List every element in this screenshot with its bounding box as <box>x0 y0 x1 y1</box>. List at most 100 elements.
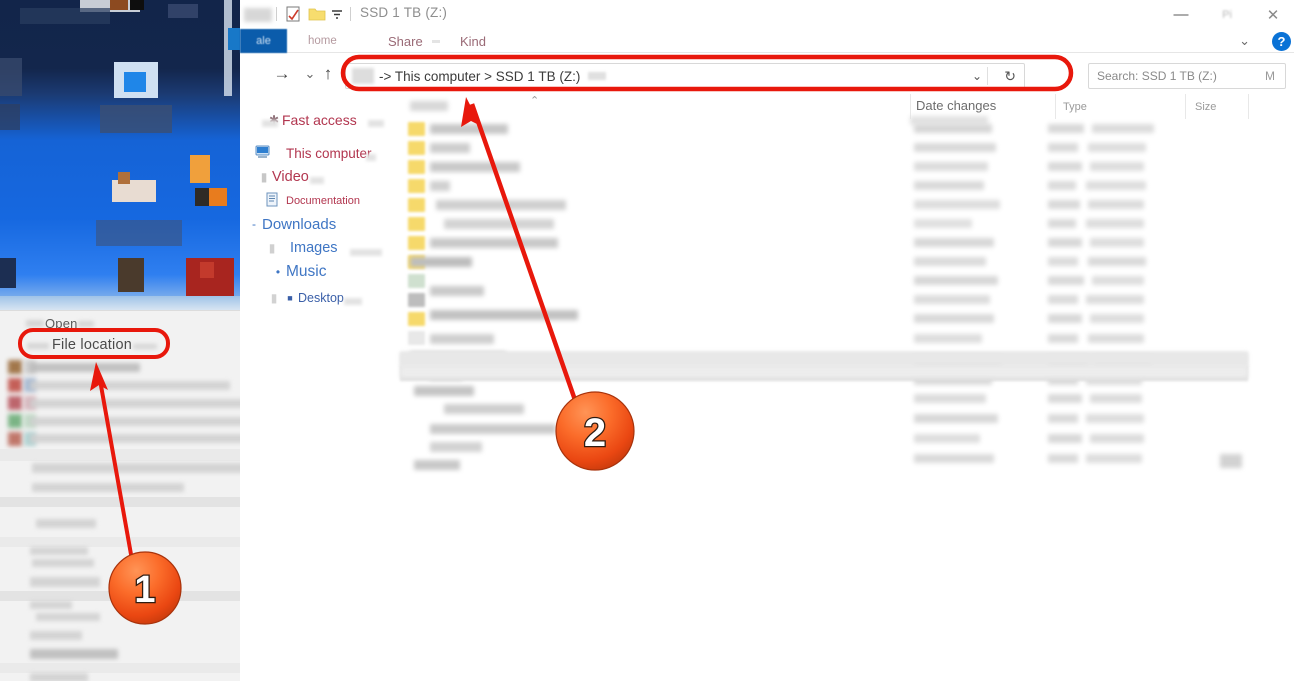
ribbon-tab-strip: ale home Share Kind ⌄ ? <box>240 29 1294 53</box>
image-icon: ▮ <box>268 241 276 255</box>
file-name-cell[interactable] <box>430 286 484 296</box>
minimize-button[interactable]: — <box>1158 0 1204 29</box>
new-folder-icon[interactable] <box>308 5 326 23</box>
file-name-cell[interactable] <box>410 257 472 267</box>
file-name-cell[interactable] <box>430 143 470 153</box>
properties-icon[interactable] <box>284 5 302 23</box>
selected-row-band[interactable] <box>400 352 1248 366</box>
file-date-cell <box>914 219 972 228</box>
address-bar[interactable]: -> This computer > SSD 1 TB (Z:) ⌄ ↻ <box>345 63 1025 89</box>
file-date-cell <box>914 162 988 171</box>
file-type-cell <box>1086 414 1144 423</box>
address-bar-trailing-blur <box>588 72 607 80</box>
file-type-cell <box>1088 334 1144 343</box>
file-date-cell <box>914 276 998 285</box>
tab-file[interactable]: ale <box>240 29 287 53</box>
sidebar-item-images[interactable]: ▮ Images <box>264 236 338 260</box>
file-type-cell <box>1090 238 1144 247</box>
search-icon[interactable]: M <box>1265 69 1275 83</box>
sidebar-item-label: This computer <box>286 145 372 161</box>
file-name-cell[interactable] <box>444 219 554 229</box>
file-date-cell <box>914 454 994 463</box>
sort-ascending-icon: ⌃ <box>530 95 540 107</box>
sidebar-item-desktop[interactable]: ▮ ■ Desktop <box>266 286 344 310</box>
up-button[interactable]: ↑ <box>316 63 340 85</box>
file-name-cell[interactable] <box>430 124 508 134</box>
system-menu-icon[interactable] <box>244 8 272 22</box>
sidebar-item-fast-access[interactable]: ✱ Fast access <box>266 108 357 132</box>
file-date-cell <box>914 295 990 304</box>
help-icon[interactable]: ? <box>1272 32 1291 51</box>
file-name-cell[interactable] <box>430 310 578 320</box>
file-date-cell <box>914 181 984 190</box>
customize-dropdown-icon[interactable] <box>328 5 346 23</box>
file-date-cell <box>914 238 994 247</box>
column-size[interactable]: Size <box>1195 101 1216 113</box>
menu-item-open[interactable]: Open <box>45 316 78 331</box>
file-name-cell[interactable] <box>414 386 474 396</box>
file-type-cell <box>1048 162 1082 171</box>
file-name-cell[interactable] <box>430 424 556 434</box>
navigation-bar: → ⌄ ↑ -> This computer > SSD 1 TB (Z:) ⌄… <box>240 54 1294 94</box>
file-type-cell <box>1090 314 1144 323</box>
file-name-cell[interactable] <box>414 460 460 470</box>
window-title: SSD 1 TB (Z:) <box>360 5 448 20</box>
menu-item-file-location[interactable]: File location <box>52 337 132 353</box>
column-type[interactable]: Type <box>1063 101 1087 113</box>
sidebar-item-label: Fast access <box>282 112 357 128</box>
file-type-cell <box>1048 200 1080 209</box>
file-name-cell[interactable] <box>430 334 494 344</box>
sidebar-item-downloads[interactable]: - Downloads <box>246 212 336 236</box>
file-date-cell <box>914 414 998 423</box>
address-bar-path: -> This computer > SSD 1 TB (Z:) <box>379 68 581 84</box>
file-name-cell[interactable] <box>430 162 520 172</box>
file-name-cell[interactable] <box>436 200 566 210</box>
tab-share[interactable]: Share <box>388 29 423 53</box>
column-header-row: ⌃ Date changes Type Size <box>400 94 1294 119</box>
file-type-cell <box>1092 124 1154 133</box>
file-name-cell[interactable] <box>430 181 450 191</box>
file-type-cell <box>1048 124 1084 133</box>
document-icon <box>264 192 280 210</box>
column-date[interactable]: Date changes <box>916 98 996 113</box>
file-date-cell <box>914 314 994 323</box>
address-divider <box>987 67 988 85</box>
navigation-pane: ✱ Fast access This computer ▮ Video <box>240 94 395 408</box>
file-name-cell[interactable] <box>444 404 524 414</box>
file-list-view: ⌃ Date changes Type Size <box>400 94 1294 681</box>
ribbon-expand-icon[interactable]: ⌄ <box>1239 33 1250 49</box>
sidebar-item-video[interactable]: ▮ Video <box>256 165 309 189</box>
file-date-cell <box>914 394 986 403</box>
search-input[interactable]: Search: SSD 1 TB (Z:) <box>1097 69 1217 83</box>
file-type-cell <box>1048 454 1078 463</box>
computer-icon <box>254 145 270 162</box>
file-type-cell <box>1090 162 1144 171</box>
video-icon: ▮ <box>260 170 268 184</box>
address-dropdown-icon[interactable]: ⌄ <box>972 69 982 83</box>
sidebar-item-label: Video <box>272 169 309 185</box>
sidebar-item-documentation[interactable]: Documentation <box>264 189 360 213</box>
file-name-cell[interactable] <box>430 238 558 248</box>
sidebar-item-this-computer[interactable]: This computer <box>254 141 372 165</box>
tab-kind[interactable]: Kind <box>460 29 486 53</box>
desktop-wallpaper <box>0 0 245 312</box>
file-date-cell <box>914 124 992 133</box>
selected-row-band[interactable] <box>400 366 1248 378</box>
forward-button[interactable]: → <box>270 63 294 85</box>
sidebar-item-label: Music <box>286 263 327 280</box>
file-type-cell <box>1048 414 1078 423</box>
file-date-cell <box>914 200 1000 209</box>
tab-home[interactable]: home <box>308 29 337 53</box>
file-type-cell <box>1086 295 1144 304</box>
maximize-button[interactable]: Pi <box>1204 0 1250 29</box>
sidebar-item-music[interactable]: • Music <box>270 260 327 284</box>
address-folder-icon <box>352 68 374 84</box>
tab-separator-ghost <box>432 40 440 43</box>
close-button[interactable]: ✕ <box>1250 0 1294 29</box>
refresh-icon[interactable]: ↻ <box>1004 68 1016 85</box>
file-type-cell <box>1088 200 1144 209</box>
column-name[interactable] <box>410 101 448 111</box>
file-name-cell[interactable] <box>430 442 482 452</box>
search-box[interactable]: Search: SSD 1 TB (Z:) M <box>1088 63 1286 89</box>
file-date-cell <box>914 334 982 343</box>
